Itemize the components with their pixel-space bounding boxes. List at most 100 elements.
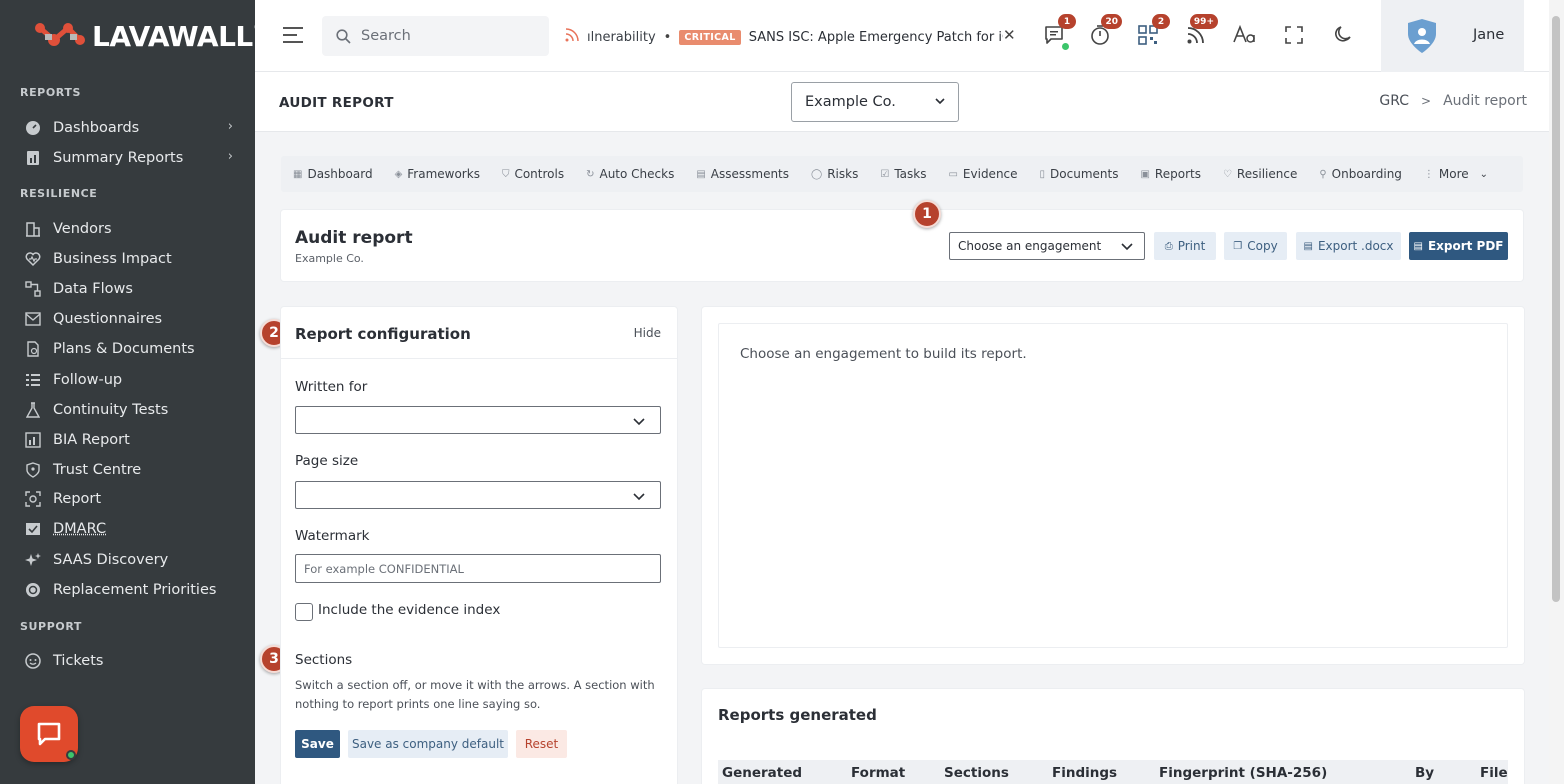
sidebar-item-dmarc[interactable]: DMARC — [24, 517, 239, 541]
chevron-down-icon — [1121, 243, 1133, 251]
scrollbar-thumb[interactable] — [1552, 16, 1560, 602]
search-input[interactable]: Search — [322, 16, 549, 56]
breadcrumb-current: Audit report — [1443, 93, 1527, 109]
sidebar-section-resilience: RESILIENCE — [20, 187, 98, 200]
sidebar-item-continuity-tests[interactable]: Continuity Tests — [24, 398, 239, 422]
evidence-index-checkbox[interactable] — [295, 603, 313, 621]
step-marker-1: 1 — [913, 200, 941, 228]
ticker-headline[interactable]: SANS ISC: Apple Emergency Patch for iOS … — [749, 30, 1003, 45]
search-icon — [336, 28, 351, 44]
layers-icon: ◈ — [394, 168, 403, 180]
chevron-right-icon: › — [227, 119, 233, 134]
chevron-down-icon — [633, 418, 645, 426]
sidebar-item-report[interactable]: Report — [24, 487, 239, 511]
fullscreen-button[interactable] — [1281, 22, 1307, 48]
folder-icon: ▭ — [948, 168, 958, 180]
reset-button[interactable]: Reset — [516, 730, 567, 758]
tab-frameworks[interactable]: ◈ Frameworks — [395, 167, 480, 181]
sidebar-item-follow-up[interactable]: Follow-up — [24, 368, 239, 392]
breadcrumb-grc[interactable]: GRC — [1379, 93, 1409, 109]
column-format[interactable]: Format — [851, 765, 905, 781]
close-icon[interactable]: ✕ — [1003, 26, 1016, 44]
chat-launcher-button[interactable] — [20, 706, 78, 762]
column-findings[interactable]: Findings — [1052, 765, 1117, 781]
sidebar-item-business-impact[interactable]: Business Impact — [24, 247, 239, 271]
company-select[interactable]: Example Co. — [791, 82, 959, 122]
audit-subtitle: Example Co. — [295, 252, 364, 265]
column-sections[interactable]: Sections — [944, 765, 1009, 781]
tab-auto-checks[interactable]: ↻ Auto Checks — [586, 167, 674, 181]
export-docx-button[interactable]: ▤ Export .docx — [1296, 232, 1401, 260]
report-icon — [24, 150, 41, 167]
tab-assessments[interactable]: ▤ Assessments — [696, 167, 789, 181]
hide-config-link[interactable]: Hide — [634, 326, 661, 340]
feeds-badge: 99+ — [1189, 14, 1218, 29]
sidebar-item-replacement-priorities[interactable]: Replacement Priorities — [24, 578, 239, 602]
engagement-select[interactable]: Choose an engagement — [949, 232, 1145, 260]
page-scrollbar[interactable] — [1549, 0, 1564, 784]
sidebar-item-bia-report[interactable]: BIA Report — [24, 428, 239, 452]
tab-reports[interactable]: ▣ Reports — [1140, 167, 1200, 181]
reports-generated-panel: Reports generated Generated Format Secti… — [702, 689, 1524, 784]
evidence-index-label[interactable]: Include the evidence index — [318, 602, 500, 618]
feeds-button[interactable]: 99+ — [1183, 14, 1218, 48]
copy-button[interactable]: ❐ Copy — [1224, 232, 1287, 260]
sidebar-item-summary-reports[interactable]: Summary Reports › — [24, 146, 239, 170]
column-by[interactable]: By — [1415, 765, 1434, 781]
tab-dashboard[interactable]: ▦ Dashboard — [293, 167, 373, 181]
save-button[interactable]: Save — [295, 730, 340, 758]
font-size-button[interactable] — [1231, 22, 1257, 48]
page-title: AUDIT REPORT — [279, 95, 394, 111]
alert-icon: ◯ — [811, 168, 823, 180]
brand-logo[interactable]: LAVAWALL® — [32, 18, 255, 54]
print-button[interactable]: ⎙ Print — [1154, 232, 1216, 260]
timer-button[interactable]: 20 — [1087, 14, 1122, 48]
brand-name: LAVAWALL® — [92, 19, 255, 53]
tab-tasks[interactable]: ☑ Tasks — [880, 167, 926, 181]
dark-mode-toggle[interactable] — [1329, 22, 1355, 48]
online-indicator — [1062, 43, 1069, 50]
sidebar-item-trust-centre[interactable]: Trust Centre — [24, 458, 239, 482]
section-tabs: ▦ Dashboard ◈ Frameworks ⛉ Controls ↻ Auto C… — [281, 156, 1523, 192]
sidebar-item-saas-discovery[interactable]: SAAS Discovery — [24, 548, 239, 572]
tab-risks[interactable]: ◯ Risks — [811, 167, 858, 181]
tab-more[interactable]: ⋮ More ⌄ — [1424, 167, 1488, 181]
export-pdf-button[interactable]: ▤ Export PDF — [1409, 232, 1508, 260]
tab-onboarding[interactable]: ⚲ Onboarding — [1319, 167, 1402, 181]
tab-controls[interactable]: ⛉ Controls — [502, 167, 564, 181]
chevron-down-icon — [935, 98, 945, 105]
fullscreen-icon — [1285, 26, 1303, 44]
sidebar-item-dashboards[interactable]: Dashboards › — [24, 116, 239, 140]
column-generated[interactable]: Generated — [722, 765, 802, 781]
sidebar-item-tickets[interactable]: Tickets — [24, 649, 239, 673]
messages-button[interactable]: 1 — [1041, 14, 1076, 50]
news-ticker[interactable]: ılnerability • CRITICAL SANS ISC: Apple … — [565, 26, 1003, 48]
user-menu[interactable]: Jane — [1381, 0, 1524, 72]
sidebar-item-data-flows[interactable]: Data Flows — [24, 277, 239, 301]
save-as-default-button[interactable]: Save as company default — [348, 730, 508, 758]
written-for-select[interactable] — [295, 406, 661, 434]
building-icon — [24, 221, 41, 238]
menu-toggle-icon[interactable] — [283, 26, 305, 44]
watermark-input[interactable]: For example CONFIDENTIAL — [295, 554, 661, 583]
written-for-label: Written for — [295, 379, 368, 395]
column-file[interactable]: File — [1480, 765, 1508, 781]
shield-check-icon: ⛉ — [501, 168, 510, 180]
chevron-right-icon: > — [1421, 94, 1432, 108]
sections-help-text: Switch a section off, or move it with th… — [295, 678, 655, 711]
tab-evidence[interactable]: ▭ Evidence — [948, 167, 1017, 181]
reports-table-header: Generated Format Sections Findings Finge… — [718, 760, 1508, 784]
flow-icon — [24, 281, 41, 298]
file-pdf-icon: ▤ — [1413, 240, 1423, 252]
tab-resilience[interactable]: ♡ Resilience — [1223, 167, 1297, 181]
cycle-icon — [24, 582, 41, 599]
tab-documents[interactable]: ▯ Documents — [1040, 167, 1119, 181]
sidebar-item-plans-documents[interactable]: Plans & Documents — [24, 337, 239, 361]
preview-empty-message: Choose an engagement to build its report… — [740, 346, 1027, 362]
qr-button[interactable]: 2 — [1135, 14, 1170, 48]
chevron-down-icon — [633, 493, 645, 501]
page-size-select[interactable] — [295, 481, 661, 509]
sidebar-item-questionnaires[interactable]: Questionnaires — [24, 307, 239, 331]
column-fingerprint[interactable]: Fingerprint (SHA-256) — [1159, 765, 1327, 781]
sidebar-item-vendors[interactable]: Vendors — [24, 217, 239, 241]
